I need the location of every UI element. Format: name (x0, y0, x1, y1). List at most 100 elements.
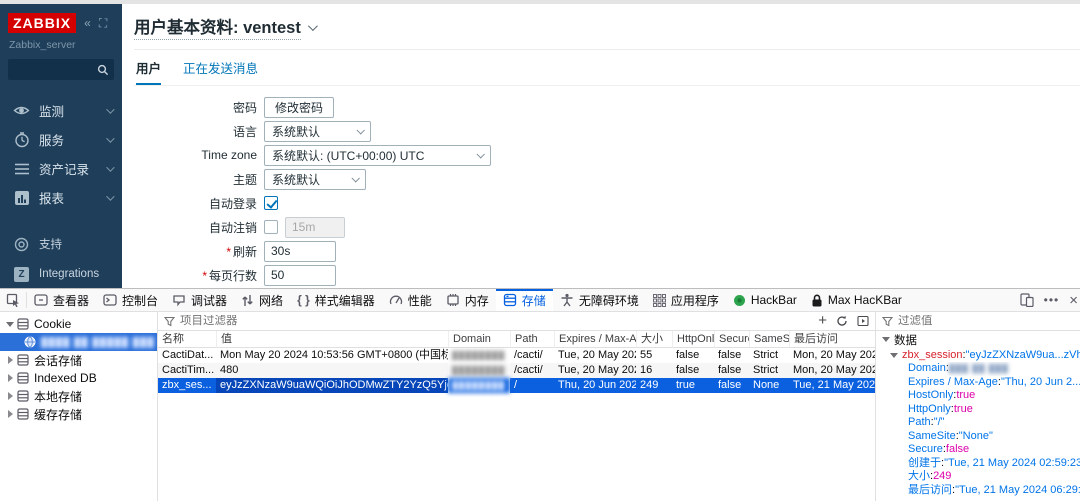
change-password-button[interactable]: 修改密码 (264, 97, 334, 118)
sidebar-secondary-item-1[interactable]: ZIntegrations (0, 259, 122, 288)
storage-tree-item-3[interactable]: Indexed DB (0, 369, 157, 387)
devtools-close-icon[interactable]: × (1069, 292, 1078, 309)
cell[interactable]: Mon May 20 2024 10:53:56 GMT+0800 (中国标准时… (216, 348, 448, 363)
responsive-mode-icon[interactable] (1020, 293, 1034, 307)
pick-element-icon[interactable] (0, 289, 26, 311)
cookie-row-1[interactable]: CactiTim...480████████/cacti/Tue, 20 May… (158, 363, 875, 378)
cell[interactable]: 16 (636, 363, 672, 378)
storage-tree-item-1[interactable]: ████ ██ █████ ███ (0, 333, 157, 351)
column-header-4[interactable]: Expires / Max-Age (554, 331, 636, 348)
data-section-header[interactable]: 数据 (876, 331, 1080, 348)
storage-tree-item-5[interactable]: 缓存存储 (0, 405, 157, 423)
cell[interactable]: false (714, 363, 749, 378)
autologout-period-input[interactable] (285, 217, 345, 238)
twisty-right-icon[interactable] (6, 410, 14, 418)
cell[interactable]: CactiDat... (158, 348, 216, 363)
cell[interactable]: CactiTim... (158, 363, 216, 378)
devtools-tab-7[interactable]: 存储 (496, 289, 553, 311)
twisty-down-icon[interactable] (6, 322, 14, 327)
column-header-2[interactable]: Domain (448, 331, 510, 348)
devtools-tab-4[interactable]: { }样式编辑器 (290, 289, 382, 311)
cell[interactable]: Strict (749, 348, 789, 363)
sidebar-search[interactable] (8, 59, 114, 80)
devtools-tab-5[interactable]: 性能 (382, 289, 439, 311)
cell[interactable]: Thu, 20 Jun 2024 ... (554, 378, 636, 393)
cell[interactable]: true (672, 378, 714, 393)
cell[interactable]: eyJzZXNzaW9uaWQiOiJhODMwZTY2YzQ5YjdkNTJi… (216, 378, 448, 393)
items-filter-input[interactable] (180, 315, 813, 327)
cell[interactable]: Mon, 20 May 202... (789, 348, 875, 363)
refresh-icon[interactable] (836, 315, 848, 327)
devtools-tab-11[interactable]: Max HacKBar (804, 289, 909, 311)
cell[interactable]: Mon, 20 May 202... (789, 363, 875, 378)
cell[interactable]: false (672, 363, 714, 378)
cell[interactable]: Tue, 21 May 2024 ... (789, 378, 875, 393)
storage-tree-item-2[interactable]: 会话存储 (0, 351, 157, 369)
cookie-row-2[interactable]: zbx_ses...eyJzZXNzaW9uaWQiOiJhODMwZTY2Yz… (158, 378, 875, 393)
cell[interactable]: 55 (636, 348, 672, 363)
sidebar-item-3[interactable]: 报表 (0, 183, 122, 212)
cookie-row-0[interactable]: CactiDat...Mon May 20 2024 10:53:56 GMT+… (158, 348, 875, 363)
column-header-8[interactable]: SameSite (749, 331, 789, 348)
search-input[interactable] (13, 64, 97, 76)
twisty-right-icon[interactable] (6, 392, 14, 400)
devtools-tab-8[interactable]: 无障碍环境 (553, 289, 646, 311)
sidebar-item-2[interactable]: 资产记录 (0, 154, 122, 183)
sidebar-collapse-icon[interactable]: « (84, 17, 91, 29)
cell[interactable]: Tue, 20 May 2025... (554, 348, 636, 363)
column-header-7[interactable]: Secure (714, 331, 749, 348)
twisty-right-icon[interactable] (6, 374, 14, 382)
cell[interactable]: false (714, 348, 749, 363)
cell[interactable]: false (672, 348, 714, 363)
cell[interactable]: false (714, 378, 749, 393)
page-title[interactable]: 用户基本资料: ventest (134, 14, 301, 40)
cell[interactable]: Tue, 20 May 2025... (554, 363, 636, 378)
values-filter-input[interactable] (898, 315, 1074, 327)
column-header-9[interactable]: 最后访问 (789, 331, 875, 348)
storage-tree-item-0[interactable]: Cookie (0, 315, 157, 333)
cell[interactable]: zbx_ses... (158, 378, 216, 393)
devtools-tab-3[interactable]: 网络 (234, 289, 290, 311)
devtools-tab-9[interactable]: 应用程序 (646, 289, 726, 311)
column-header-6[interactable]: HttpOnly (672, 331, 714, 348)
select-field[interactable]: 系统默认: (UTC+00:00) UTC (264, 145, 491, 166)
text-input[interactable] (264, 241, 336, 262)
twisty-right-icon[interactable] (6, 356, 14, 364)
cell[interactable]: 249 (636, 378, 672, 393)
tab-0[interactable]: 用户 (136, 58, 161, 85)
text-input[interactable] (264, 265, 336, 286)
sidebar-toggle-icon[interactable] (857, 315, 869, 327)
select-field[interactable]: 系统默认 (264, 169, 366, 190)
cell[interactable]: Strict (749, 363, 789, 378)
select-field[interactable]: 系统默认 (264, 121, 371, 142)
checkbox[interactable] (264, 220, 278, 234)
tab-1[interactable]: 正在发送消息 (183, 58, 258, 85)
sidebar-pin-icon[interactable]: ⛶ (99, 17, 107, 29)
add-item-icon[interactable]: + (818, 314, 827, 328)
sidebar-item-1[interactable]: 服务 (0, 125, 122, 154)
cell[interactable]: / (510, 378, 554, 393)
cell[interactable]: 480 (216, 363, 448, 378)
cell[interactable]: None (749, 378, 789, 393)
cell[interactable]: /cacti/ (510, 348, 554, 363)
checkbox[interactable] (264, 196, 278, 210)
column-header-5[interactable]: 大小 (636, 331, 672, 348)
column-header-1[interactable]: 值 (216, 331, 448, 348)
column-header-0[interactable]: 名称 (158, 331, 216, 348)
devtools-tab-2[interactable]: 调试器 (165, 289, 234, 311)
column-header-3[interactable]: Path (510, 331, 554, 348)
devtools-tab-1[interactable]: 控制台 (96, 289, 165, 311)
storage-tree-item-4[interactable]: 本地存储 (0, 387, 157, 405)
title-chevron-down-icon[interactable] (308, 21, 318, 31)
sidebar-secondary-item-0[interactable]: 支持 (0, 229, 122, 259)
cookie-key-row[interactable]: zbx_session:"eyJzZXNzaW9ua...zVhYTBhIn0%… (876, 348, 1080, 362)
devtools-tab-10[interactable]: HackBar (726, 289, 804, 311)
cell[interactable]: ████████ (448, 348, 510, 363)
devtools-tab-6[interactable]: 内存 (439, 289, 496, 311)
devtools-menu-icon[interactable]: ••• (1044, 293, 1060, 307)
cell[interactable]: ████████ (448, 378, 510, 393)
devtools-tab-0[interactable]: 查看器 (27, 289, 96, 311)
cell[interactable]: /cacti/ (510, 363, 554, 378)
sidebar-item-0[interactable]: 监测 (0, 96, 122, 125)
cell[interactable]: ████████ (448, 363, 510, 378)
